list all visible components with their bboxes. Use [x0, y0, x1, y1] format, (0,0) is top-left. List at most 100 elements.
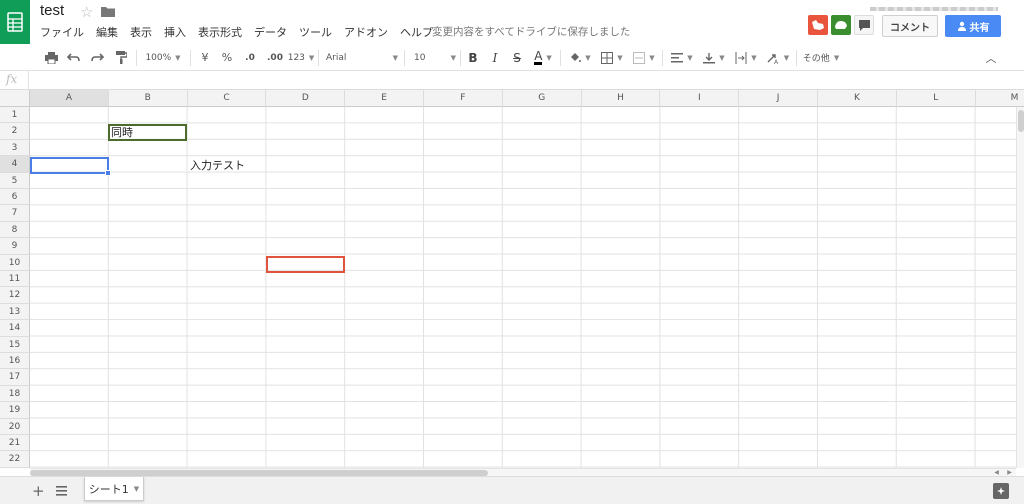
font-size-select[interactable]: 10 ▼ [414, 44, 456, 71]
explore-icon[interactable] [993, 483, 1009, 499]
row-header-13[interactable]: 13 [0, 303, 30, 321]
strikethrough-button[interactable]: S [508, 44, 526, 71]
sheets-logo-icon[interactable] [0, 0, 30, 44]
horizontal-scrollbar[interactable] [30, 468, 1016, 476]
column-header-f[interactable]: F [424, 90, 503, 107]
document-title[interactable]: test [40, 2, 64, 19]
row-header-14[interactable]: 14 [0, 320, 30, 337]
row-header-21[interactable]: 21 [0, 435, 30, 452]
cell-area[interactable] [30, 107, 1016, 468]
active-cell-selection[interactable] [30, 157, 111, 176]
menu-tools[interactable]: ツール [299, 24, 337, 40]
chevron-down-icon: ▼ [585, 53, 591, 62]
menu-format[interactable]: 表示形式 [198, 24, 247, 40]
row-header-5[interactable]: 5 [0, 172, 30, 189]
folder-icon[interactable] [101, 6, 115, 17]
fill-handle[interactable] [105, 170, 111, 176]
horizontal-align-button[interactable]: ▼ [668, 44, 696, 71]
formula-bar: fx [0, 71, 1024, 90]
column-header-c[interactable]: C [187, 90, 267, 107]
chevron-down-icon[interactable]: ▼ [134, 485, 139, 493]
column-header-b[interactable]: B [108, 90, 188, 107]
text-wrap-button[interactable]: ▼ [732, 44, 760, 71]
scroll-left-icon[interactable]: ◀ [994, 469, 999, 476]
cell-c4[interactable]: 入力テスト [187, 158, 245, 174]
formula-input[interactable] [32, 71, 1012, 89]
vertical-scrollbar[interactable] [1016, 107, 1024, 468]
increase-decimal-button[interactable]: .00 [264, 44, 286, 71]
share-button[interactable]: 共有 [945, 15, 1001, 37]
row-header-19[interactable]: 19 [0, 402, 30, 419]
collaborator-avatar-red[interactable] [808, 15, 828, 35]
font-family-select[interactable]: Arial ▼ [326, 44, 398, 71]
column-header-m[interactable]: M [975, 90, 1024, 107]
merge-cells-button[interactable]: ▼ [630, 44, 658, 71]
number-format-select[interactable]: 123 ▼ [288, 44, 315, 71]
row-header-12[interactable]: 12 [0, 287, 30, 304]
currency-format-button[interactable]: ¥ [196, 44, 214, 71]
bold-button[interactable]: B [464, 44, 482, 71]
row-header-16[interactable]: 16 [0, 353, 30, 370]
paint-format-icon[interactable] [110, 44, 132, 71]
menu-addons[interactable]: アドオン [344, 24, 393, 40]
vertical-align-button[interactable]: ▼ [700, 44, 728, 71]
column-header-g[interactable]: G [502, 90, 582, 107]
menu-edit[interactable]: 編集 [96, 24, 123, 40]
zoom-select[interactable]: 100% ▼ [140, 44, 186, 71]
sheet-tab[interactable]: シート1 ▼ [84, 477, 144, 501]
row-header-11[interactable]: 11 [0, 271, 30, 288]
borders-button[interactable]: ▼ [598, 44, 626, 71]
menu-data[interactable]: データ [254, 24, 292, 40]
column-header-e[interactable]: E [345, 90, 424, 107]
row-header-17[interactable]: 17 [0, 369, 30, 386]
user-account-name[interactable] [870, 7, 998, 11]
row-header-7[interactable]: 7 [0, 205, 30, 222]
collaborator-avatar-green[interactable] [831, 15, 851, 35]
vertical-scroll-thumb[interactable] [1018, 110, 1024, 132]
text-wrap-icon [735, 51, 747, 64]
percent-format-button[interactable]: % [218, 44, 236, 71]
print-icon[interactable] [40, 44, 62, 71]
column-header-h[interactable]: H [581, 90, 661, 107]
row-header-6[interactable]: 6 [0, 189, 30, 206]
column-header-i[interactable]: I [660, 90, 740, 107]
row-header-8[interactable]: 8 [0, 221, 30, 239]
add-sheet-icon[interactable]: + [32, 482, 45, 500]
menu-file[interactable]: ファイル [40, 24, 89, 40]
more-button[interactable]: その他 ▼ [800, 44, 842, 71]
row-header-22[interactable]: 22 [0, 451, 30, 468]
row-header-9[interactable]: 9 [0, 238, 30, 255]
column-header-a[interactable]: A [30, 90, 109, 107]
select-all-corner[interactable] [0, 90, 30, 107]
person-icon [957, 21, 966, 31]
all-sheets-icon[interactable] [56, 486, 67, 496]
menu-insert[interactable]: 挿入 [164, 24, 191, 40]
undo-icon[interactable] [62, 44, 84, 71]
row-header-15[interactable]: 15 [0, 336, 30, 353]
column-header-j[interactable]: J [739, 90, 818, 107]
comment-button[interactable]: コメント [882, 15, 938, 37]
row-header-18[interactable]: 18 [0, 385, 30, 403]
row-header-4[interactable]: 4 [0, 156, 30, 173]
redo-icon[interactable] [86, 44, 108, 71]
toolbar-separator [318, 50, 319, 66]
row-header-2[interactable]: 2 [0, 123, 30, 140]
column-header-d[interactable]: D [266, 90, 346, 107]
row-header-20[interactable]: 20 [0, 418, 30, 435]
row-header-3[interactable]: 3 [0, 139, 30, 157]
collapse-toolbar-icon[interactable]: ︿ [982, 44, 1000, 71]
text-rotation-button[interactable]: A ▼ [764, 44, 792, 71]
column-header-k[interactable]: K [818, 90, 897, 107]
row-header-1[interactable]: 1 [0, 107, 30, 124]
comment-history-icon[interactable] [854, 15, 874, 35]
scroll-right-icon[interactable]: ▶ [1007, 469, 1012, 476]
fill-color-button[interactable]: ▼ [566, 44, 594, 71]
column-header-l[interactable]: L [896, 90, 976, 107]
decrease-decimal-button[interactable]: .0 [240, 44, 260, 71]
row-header-10[interactable]: 10 [0, 254, 30, 271]
text-color-button[interactable]: A ▼ [530, 44, 556, 71]
font-family-value: Arial [326, 52, 347, 63]
menu-view[interactable]: 表示 [130, 24, 157, 40]
star-icon[interactable]: ☆ [80, 3, 93, 21]
italic-button[interactable]: I [486, 44, 504, 71]
